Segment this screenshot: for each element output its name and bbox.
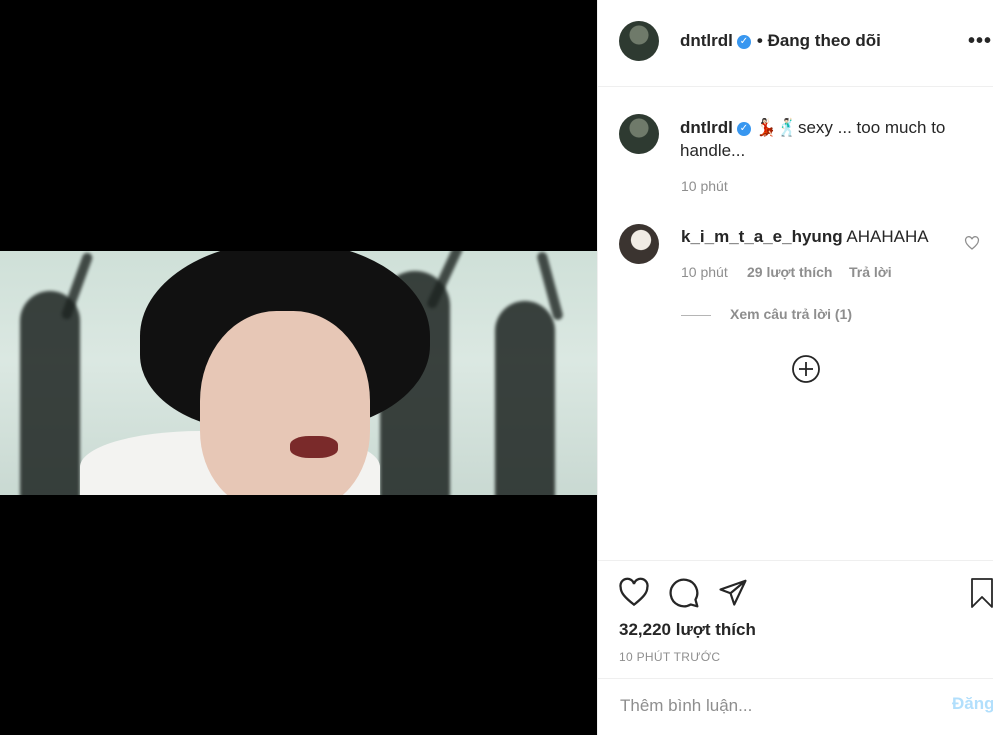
subject-face: [200, 311, 370, 495]
verified-badge-icon: ✓: [736, 121, 751, 136]
background-dancer: [20, 291, 80, 495]
caption-emoji: 💃🏻🕺🏻: [755, 118, 798, 137]
send-icon[interactable]: [718, 577, 748, 612]
post-timestamp: 10 PHÚT TRƯỚC: [619, 650, 721, 664]
heart-icon[interactable]: [618, 577, 650, 612]
view-replies-button[interactable]: Xem câu trả lời (1): [681, 306, 852, 322]
post-details-panel: dntlrdl ✓ • Đang theo dõi ••• dntlrdl ✓ 💃🏻🕺…: [597, 0, 993, 735]
reply-button[interactable]: Trả lời: [849, 264, 892, 280]
caption-author-avatar[interactable]: [619, 114, 659, 154]
commenter-avatar[interactable]: [619, 224, 659, 264]
comment-likes[interactable]: 29 lượt thích: [747, 264, 832, 280]
bookmark-icon[interactable]: [970, 577, 993, 614]
video-frame: [0, 251, 597, 495]
post-comment-button[interactable]: Đăng: [952, 694, 993, 714]
comment-time[interactable]: 10 phút: [681, 264, 728, 280]
follow-status-button[interactable]: • Đang theo dõi: [757, 31, 881, 50]
author-line: dntlrdl ✓ • Đang theo dõi: [680, 31, 881, 51]
plus-circle-icon[interactable]: [791, 354, 821, 389]
commenter-username[interactable]: k_i_m_t_a_e_hyung: [681, 227, 843, 246]
comment-line: k_i_m_t_a_e_hyung AHAHAHA: [681, 227, 929, 247]
post-caption: dntlrdl ✓ 💃🏻🕺🏻sexy ... too much to handle…: [680, 116, 970, 162]
verified-badge-icon: ✓: [736, 34, 751, 49]
subject-mouth: [290, 436, 338, 458]
more-options-icon[interactable]: •••: [968, 30, 992, 53]
post-header: dntlrdl ✓ • Đang theo dõi •••: [598, 0, 993, 87]
author-username[interactable]: dntlrdl: [680, 31, 733, 50]
caption-time[interactable]: 10 phút: [681, 178, 728, 194]
replies-divider: [681, 314, 711, 316]
comment-composer: Đăng: [598, 678, 993, 736]
post-media[interactable]: [0, 0, 597, 735]
comment-input[interactable]: [618, 695, 922, 717]
author-avatar[interactable]: [619, 21, 659, 61]
view-replies-label: Xem câu trả lời (1): [730, 306, 852, 322]
caption-username[interactable]: dntlrdl: [680, 118, 733, 137]
comment-icon[interactable]: [668, 577, 700, 614]
comment-like-heart-icon[interactable]: [964, 236, 980, 255]
likes-count[interactable]: 32,220 lượt thích: [619, 620, 756, 640]
comment-text: AHAHAHA: [846, 227, 929, 246]
background-dancer: [495, 301, 555, 495]
